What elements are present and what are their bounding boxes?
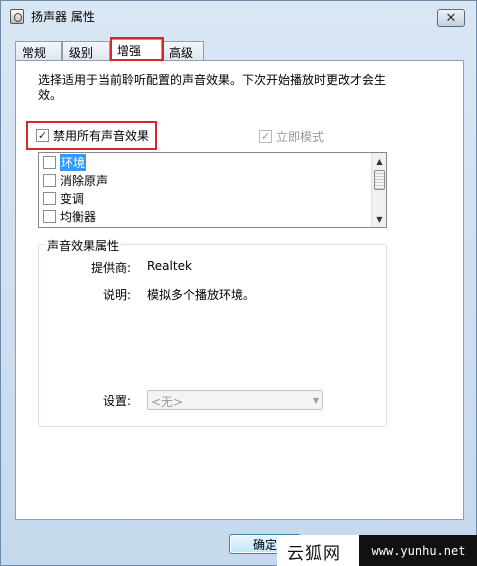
scroll-down-icon[interactable]: ▼ bbox=[372, 212, 386, 226]
title-bar[interactable]: 扬声器 属性 ✕ bbox=[1, 1, 476, 31]
tab-advanced[interactable]: 高级 bbox=[162, 41, 204, 61]
provider-value: Realtek bbox=[147, 259, 192, 273]
enhancements-panel: 选择适用于当前聆听配置的声音效果。下次开始播放时更改才会生效。 ✓ 禁用所有声音… bbox=[15, 60, 464, 520]
description-label: 说明: bbox=[102, 288, 131, 302]
check-icon: ✓ bbox=[36, 129, 49, 142]
effect-properties-group: 声音效果属性 提供商: Realtek 说明: 模拟多个播放环境。 设置: <无… bbox=[38, 237, 387, 427]
effect-checkbox[interactable] bbox=[43, 191, 56, 205]
chevron-down-icon: ▼ bbox=[312, 396, 319, 405]
close-icon: ✕ bbox=[445, 10, 457, 26]
watermark-brand: 云狐网 bbox=[287, 543, 341, 564]
effect-checkbox[interactable] bbox=[43, 173, 56, 187]
settings-dropdown-value: <无> bbox=[151, 395, 184, 409]
check-icon: ✓ bbox=[259, 130, 272, 143]
speaker-properties-icon bbox=[10, 9, 24, 24]
scroll-up-icon[interactable]: ▲ bbox=[372, 154, 386, 168]
effect-properties-title: 声音效果属性 bbox=[45, 237, 122, 254]
close-button[interactable]: ✕ bbox=[437, 9, 465, 27]
effect-label: 消除原声 bbox=[60, 173, 109, 188]
settings-label: 设置: bbox=[102, 394, 131, 408]
effect-label: 环境 bbox=[60, 153, 87, 171]
disable-all-effects-checkbox[interactable]: ✓ 禁用所有声音效果 bbox=[36, 127, 149, 144]
speaker-properties-window: 扬声器 属性 ✕ 常规 级别 增强 高级 选择适用于当前聆听配置的声音效果。下次… bbox=[0, 0, 477, 566]
description-value: 模拟多个播放环境。 bbox=[147, 288, 256, 302]
disable-all-effects-label: 禁用所有声音效果 bbox=[53, 129, 150, 143]
watermark: 云狐网 www.yunhu.net bbox=[277, 535, 477, 566]
list-item[interactable]: 均衡器 bbox=[43, 208, 96, 224]
effect-checkbox[interactable] bbox=[43, 209, 56, 223]
effect-label: 变调 bbox=[60, 191, 85, 206]
window-title: 扬声器 属性 bbox=[31, 10, 95, 24]
list-item[interactable]: 消除原声 bbox=[43, 172, 108, 188]
list-item[interactable]: 变调 bbox=[43, 190, 84, 206]
settings-dropdown[interactable]: <无> ▼ bbox=[147, 390, 323, 410]
enhancements-description: 选择适用于当前聆听配置的声音效果。下次开始播放时更改才会生效。 bbox=[38, 73, 387, 102]
immediate-mode-checkbox[interactable]: ✓ 立即模式 bbox=[259, 128, 324, 145]
list-scrollbar[interactable]: ▲ ▼ bbox=[371, 153, 386, 227]
provider-label: 提供商: bbox=[90, 261, 131, 275]
scroll-thumb[interactable] bbox=[374, 170, 385, 190]
effects-list[interactable]: 环境 消除原声 变调 均衡器 ▲ ▼ bbox=[38, 152, 387, 228]
immediate-mode-label: 立即模式 bbox=[276, 130, 325, 144]
tab-levels[interactable]: 级别 bbox=[62, 41, 110, 61]
tab-general[interactable]: 常规 bbox=[15, 41, 62, 61]
watermark-url: www.yunhu.net bbox=[359, 535, 477, 566]
list-item[interactable]: 环境 bbox=[43, 153, 87, 171]
effect-checkbox[interactable] bbox=[43, 155, 56, 169]
tab-enhancements[interactable]: 增强 bbox=[110, 39, 162, 62]
effect-label: 均衡器 bbox=[60, 209, 97, 224]
